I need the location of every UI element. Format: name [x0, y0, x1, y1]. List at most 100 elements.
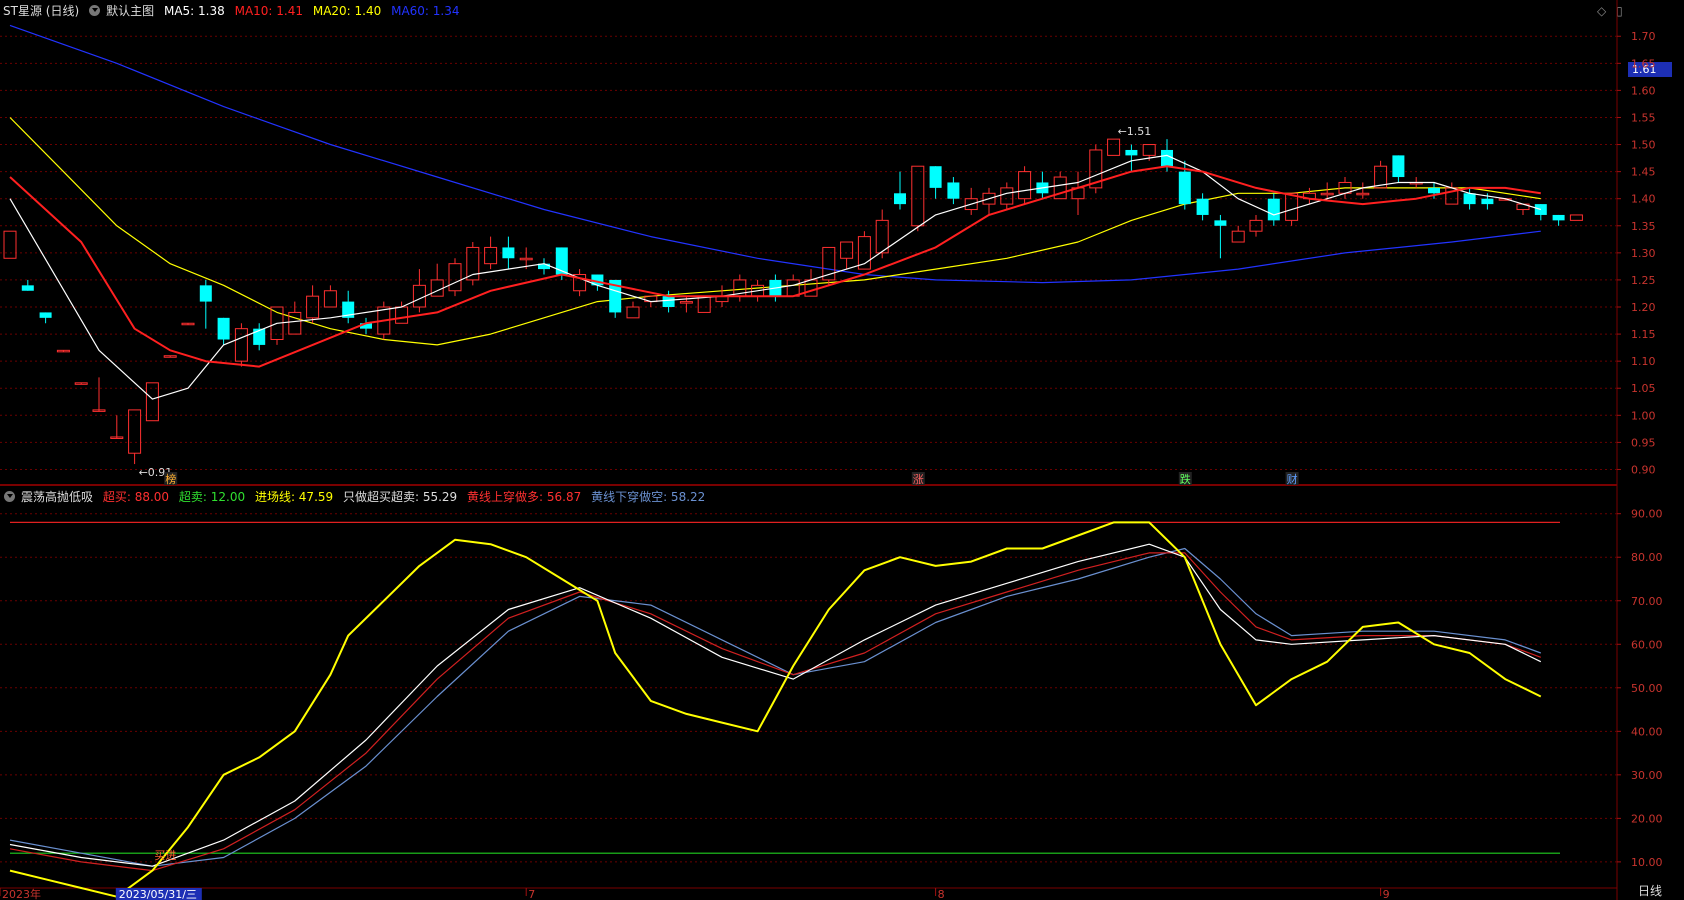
candle-body	[894, 193, 906, 205]
candle	[1374, 160, 1388, 189]
y-tick-label: 1.00	[1631, 409, 1656, 422]
candle	[1036, 171, 1049, 199]
candle-body	[484, 246, 498, 265]
x-tick-label: 2023年	[2, 887, 41, 900]
chart-canvas[interactable]: 1.70 1.65 1.60 1.55 1.50 1.45 1.40 1.35 1.30 1.25…	[0, 0, 1684, 900]
candle-body	[1428, 187, 1440, 194]
candle	[412, 269, 426, 313]
candle-body	[662, 296, 675, 308]
y-tick-label: 0.90	[1631, 463, 1656, 476]
candle-body	[1107, 138, 1121, 156]
candle-body	[1125, 149, 1138, 156]
candle	[1267, 193, 1280, 226]
candle	[1302, 187, 1316, 205]
candle-body	[1214, 220, 1227, 226]
candle	[1196, 193, 1209, 221]
candle-body	[199, 285, 212, 302]
candle	[1214, 214, 1227, 259]
y-tick-label: 90.00	[1631, 508, 1663, 521]
candle-body	[911, 165, 925, 227]
y-tick-label: 80.00	[1631, 551, 1663, 564]
candle-body	[1196, 198, 1209, 215]
ma20-line	[9, 117, 1541, 346]
candle-body	[626, 306, 640, 319]
candle	[929, 166, 942, 199]
event-marker: 涨	[913, 473, 924, 486]
candle	[110, 415, 124, 439]
candle-body	[1142, 144, 1156, 156]
candle-body	[1463, 193, 1476, 205]
candle	[217, 317, 230, 345]
candle	[1125, 144, 1138, 172]
candle	[3, 230, 17, 259]
candle-body	[947, 182, 960, 199]
candle-body	[21, 285, 34, 291]
candle	[1018, 166, 1032, 205]
ma60-line	[9, 24, 1541, 284]
candle-body	[1320, 192, 1334, 196]
candle-body	[448, 263, 462, 292]
candle	[894, 171, 906, 210]
candle-body	[430, 279, 444, 297]
candle	[733, 274, 747, 302]
candle-body	[1285, 192, 1299, 221]
candle-body	[804, 279, 818, 297]
candle-body	[412, 284, 426, 308]
candle-body	[323, 290, 337, 308]
candle-body	[519, 257, 533, 261]
candle	[323, 285, 337, 308]
y-tick-label: 1.15	[1631, 328, 1656, 341]
candle	[92, 377, 106, 412]
y-tick-label: 1.45	[1631, 166, 1656, 179]
y-tick-label: 30.00	[1631, 769, 1663, 782]
candle-body	[1356, 192, 1370, 196]
candle	[840, 241, 854, 270]
x-tick-label: 7	[528, 888, 535, 900]
candle-body	[502, 247, 515, 259]
candle	[1463, 187, 1476, 210]
candle	[74, 382, 88, 385]
candle-body	[1569, 214, 1583, 221]
y-tick-label: 1.65	[1631, 57, 1656, 70]
candle	[964, 187, 978, 215]
event-marker: 跌	[1180, 472, 1191, 486]
candle	[626, 301, 640, 319]
y-tick-label: 1.50	[1631, 139, 1656, 152]
candle	[573, 269, 587, 297]
y-tick-label: 1.20	[1631, 301, 1656, 314]
candle	[1089, 144, 1103, 194]
candle	[1107, 138, 1121, 156]
candle-body	[1161, 149, 1173, 167]
candle-body	[395, 306, 409, 324]
candle-body	[679, 301, 693, 304]
candle-body	[39, 312, 52, 318]
candle-body	[1552, 214, 1565, 221]
candle	[1231, 225, 1245, 243]
candle	[199, 279, 212, 329]
y-tick-label: 1.05	[1631, 382, 1656, 395]
candle	[466, 242, 480, 286]
candle	[1552, 214, 1565, 226]
candle	[697, 295, 711, 313]
candle	[502, 236, 515, 270]
candle	[234, 323, 248, 367]
candle	[1071, 171, 1085, 215]
y-tick-label: 1.70	[1631, 30, 1656, 43]
candle	[163, 355, 177, 358]
candle-body	[697, 295, 711, 313]
candle	[538, 258, 550, 275]
candle-body	[1231, 230, 1245, 243]
candle	[39, 312, 52, 324]
candle	[342, 290, 355, 324]
y-tick-label: 0.95	[1631, 436, 1656, 449]
x-tick-label: 9	[1383, 888, 1390, 900]
y-tick-label: 1.40	[1631, 193, 1656, 206]
candle	[21, 279, 34, 291]
candle-body	[1392, 155, 1405, 178]
candle	[1392, 155, 1405, 183]
y-tick-label: 1.30	[1631, 247, 1656, 260]
candle	[982, 187, 996, 215]
candle-body	[1000, 187, 1014, 205]
y-tick-label: 1.10	[1631, 355, 1656, 368]
y-tick-label: 1.60	[1631, 84, 1656, 97]
